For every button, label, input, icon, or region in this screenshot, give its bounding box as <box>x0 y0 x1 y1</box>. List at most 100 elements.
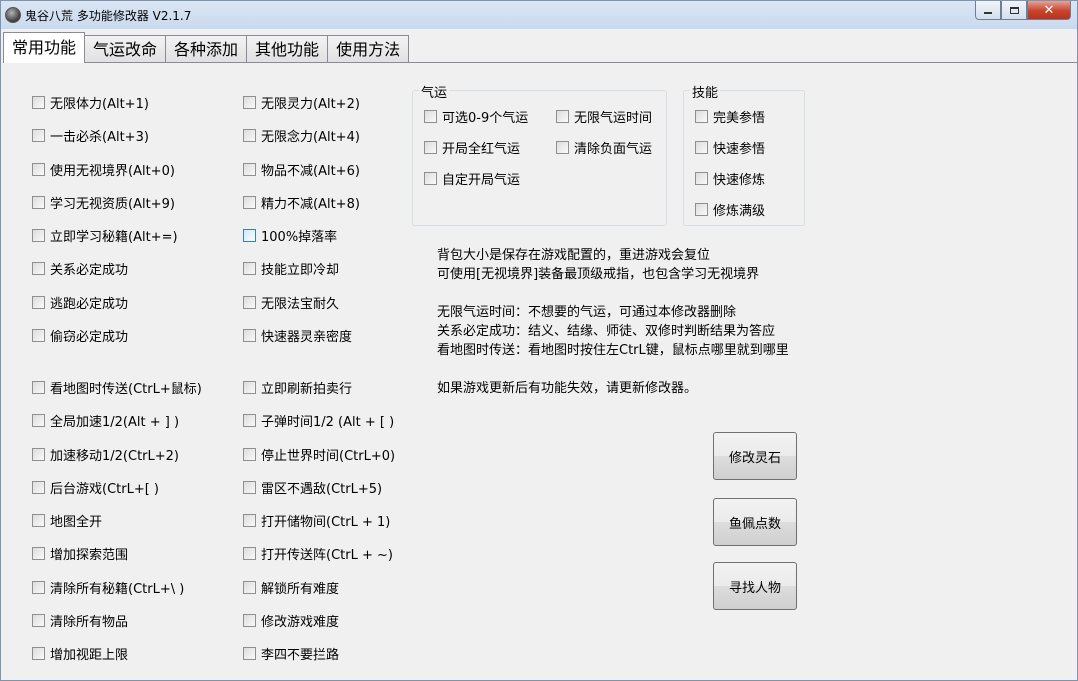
tab-usage[interactable]: 使用方法 <box>328 35 410 63</box>
note-map-teleport: 看地图时传送：看地图时按住左CtrL键，鼠标点哪里就到哪里 <box>437 343 789 358</box>
checkbox-box <box>695 140 708 154</box>
col1-checkbox-9[interactable]: 全局加速1/2(Alt + ] ) <box>32 411 179 430</box>
checkbox-fortune-custom-start[interactable]: 自定开局气运 <box>424 169 521 188</box>
col2-checkbox-4[interactable]: 100%掉落率 <box>243 226 337 245</box>
col1-checkbox-4[interactable]: 立即学习秘籍(Alt+=) <box>32 226 178 245</box>
checkbox-fortune-0-9[interactable]: 可选0-9个气运 <box>424 107 528 126</box>
checkbox-label: 修改游戏难度 <box>261 614 340 630</box>
checkbox-box <box>243 328 256 342</box>
col1-checkbox-13[interactable]: 增加探索范围 <box>32 544 128 563</box>
checkbox-box <box>556 140 569 154</box>
fish-pendant-points-button[interactable]: 鱼佩点数 <box>713 498 797 546</box>
col1-checkbox-3[interactable]: 学习无视资质(Alt+9) <box>32 193 175 212</box>
checkbox-box <box>243 546 256 560</box>
col1-checkbox-6[interactable]: 逃跑必定成功 <box>32 293 128 312</box>
checkbox-skill-fast-cultivate[interactable]: 快速修炼 <box>695 169 765 188</box>
note-relation: 关系必定成功：结义、结缘、师徒、双修时判断结果为答应 <box>437 324 776 339</box>
col2-checkbox-5[interactable]: 技能立即冷却 <box>243 259 340 278</box>
checkbox-box <box>243 162 256 176</box>
find-person-button[interactable]: 寻找人物 <box>713 562 797 610</box>
checkbox-box <box>32 513 45 527</box>
col2-checkbox-6[interactable]: 无限法宝耐久 <box>243 293 339 312</box>
tab-fortune[interactable]: 气运改命 <box>85 35 167 63</box>
col2-checkbox-16[interactable]: 李四不要拦路 <box>243 644 339 663</box>
app-icon <box>5 7 21 23</box>
col2-checkbox-14[interactable]: 解锁所有难度 <box>243 578 340 597</box>
checkbox-box <box>32 195 45 209</box>
skill-group-title: 技能 <box>690 82 721 101</box>
col2-checkbox-11[interactable]: 雷区不遇敌(CtrL+5) <box>243 478 382 497</box>
checkbox-box <box>424 109 437 123</box>
maximize-button[interactable] <box>1001 1 1027 20</box>
col1-checkbox-0[interactable]: 无限体力(Alt+1) <box>32 93 149 112</box>
col1-checkbox-11[interactable]: 后台游戏(CtrL+[ ) <box>32 478 159 497</box>
col2-checkbox-3[interactable]: 精力不减(Alt+8) <box>243 193 360 212</box>
modify-spirit-stone-button[interactable]: 修改灵石 <box>713 432 797 480</box>
col1-checkbox-1[interactable]: 一击必杀(Alt+3) <box>32 126 149 145</box>
checkbox-label: 清除所有物品 <box>50 614 129 630</box>
col2-checkbox-13[interactable]: 打开传送阵(CtrL + ~) <box>243 544 393 563</box>
col1-checkbox-7[interactable]: 偷窃必定成功 <box>32 326 128 345</box>
checkbox-skill-fast-comprehend[interactable]: 快速参悟 <box>695 138 765 157</box>
checkbox-box <box>32 95 45 109</box>
checkbox-box <box>556 109 569 123</box>
close-button[interactable]: ✕ <box>1027 1 1071 20</box>
tab-common[interactable]: 常用功能 <box>3 32 86 63</box>
checkbox-box <box>424 171 437 185</box>
col1-checkbox-5[interactable]: 关系必定成功 <box>32 259 128 278</box>
col2-checkbox-9[interactable]: 子弹时间1/2 (Alt + [ ) <box>243 411 394 430</box>
checkbox-fortune-clear-negative[interactable]: 清除负面气运 <box>556 138 652 157</box>
checkbox-skill-max-cultivate[interactable]: 修炼满级 <box>695 200 766 219</box>
checkbox-box <box>32 328 45 342</box>
col2-checkbox-10[interactable]: 停止世界时间(CtrL+0) <box>243 445 395 464</box>
checkbox-label: 自定开局气运 <box>442 172 521 188</box>
checkbox-label: 技能立即冷却 <box>261 262 340 278</box>
col2-checkbox-15[interactable]: 修改游戏难度 <box>243 611 340 630</box>
col1-checkbox-12[interactable]: 地图全开 <box>32 511 103 530</box>
checkbox-fortune-infinite-time[interactable]: 无限气运时间 <box>556 107 653 126</box>
tab-other[interactable]: 其他功能 <box>247 35 329 63</box>
col1-checkbox-14[interactable]: 清除所有秘籍(CtrL+\ ) <box>32 578 185 597</box>
col2-checkbox-2[interactable]: 物品不减(Alt+6) <box>243 160 360 179</box>
checkbox-label: 无限灵力(Alt+2) <box>261 96 360 112</box>
note-fortune-time: 无限气运时间：不想要的气运，可通过本修改器删除 <box>437 305 737 320</box>
col1-checkbox-16[interactable]: 增加视距上限 <box>32 644 128 663</box>
col2-checkbox-0[interactable]: 无限灵力(Alt+2) <box>243 93 360 112</box>
checkbox-label: 清除所有秘籍(CtrL+\ ) <box>50 581 185 597</box>
note-realm-ring: 可使用[无视境界]装备最顶级戒指，也包含学习无视境界 <box>437 267 760 282</box>
col1-checkbox-2[interactable]: 使用无视境界(Alt+0) <box>32 160 175 179</box>
checkbox-box <box>243 95 256 109</box>
col2-checkbox-12[interactable]: 打开储物间(CtrL + 1) <box>243 511 390 530</box>
col2-checkbox-1[interactable]: 无限念力(Alt+4) <box>243 126 360 145</box>
checkbox-box <box>32 646 45 660</box>
checkbox-box <box>32 480 45 494</box>
maximize-icon <box>1009 6 1019 14</box>
checkbox-box <box>695 109 708 123</box>
col1-checkbox-8[interactable]: 看地图时传送(CtrL+鼠标) <box>32 378 202 397</box>
col1-checkbox-10[interactable]: 加速移动1/2(CtrL+2) <box>32 445 179 464</box>
checkbox-box <box>32 613 45 627</box>
checkbox-label: 无限气运时间 <box>574 110 653 126</box>
checkbox-label: 修炼满级 <box>713 203 766 219</box>
tab-panel-common: 无限体力(Alt+1) 一击必杀(Alt+3) 使用无视境界(Alt+0) 学习无视资… <box>3 62 1077 680</box>
tab-add-items[interactable]: 各种添加 <box>166 35 248 63</box>
checkbox-fortune-all-red[interactable]: 开局全红气运 <box>424 138 521 157</box>
col2-checkbox-8[interactable]: 立即刷新拍卖行 <box>243 378 352 397</box>
checkbox-box <box>695 171 708 185</box>
checkbox-label: 地图全开 <box>50 514 103 530</box>
minimize-button[interactable] <box>975 1 1001 20</box>
checkbox-label: 一击必杀(Alt+3) <box>50 129 149 145</box>
checkbox-label: 解锁所有难度 <box>261 581 340 597</box>
col1-checkbox-15[interactable]: 清除所有物品 <box>32 611 129 630</box>
checkbox-skill-perfect-comprehend[interactable]: 完美参悟 <box>695 107 765 126</box>
checkbox-label: 物品不减(Alt+6) <box>261 163 360 179</box>
checkbox-box <box>32 447 45 461</box>
window-controls: ✕ <box>975 1 1071 21</box>
title-bar[interactable]: 鬼谷八荒 多功能修改器 V2.1.7 ✕ <box>1 1 1077 29</box>
col2-checkbox-7[interactable]: 快速器灵亲密度 <box>243 326 352 345</box>
checkbox-label: 开局全红气运 <box>442 141 521 157</box>
checkbox-box <box>32 128 45 142</box>
checkbox-box <box>243 261 256 275</box>
checkbox-box <box>243 513 256 527</box>
close-icon: ✕ <box>1043 2 1055 18</box>
